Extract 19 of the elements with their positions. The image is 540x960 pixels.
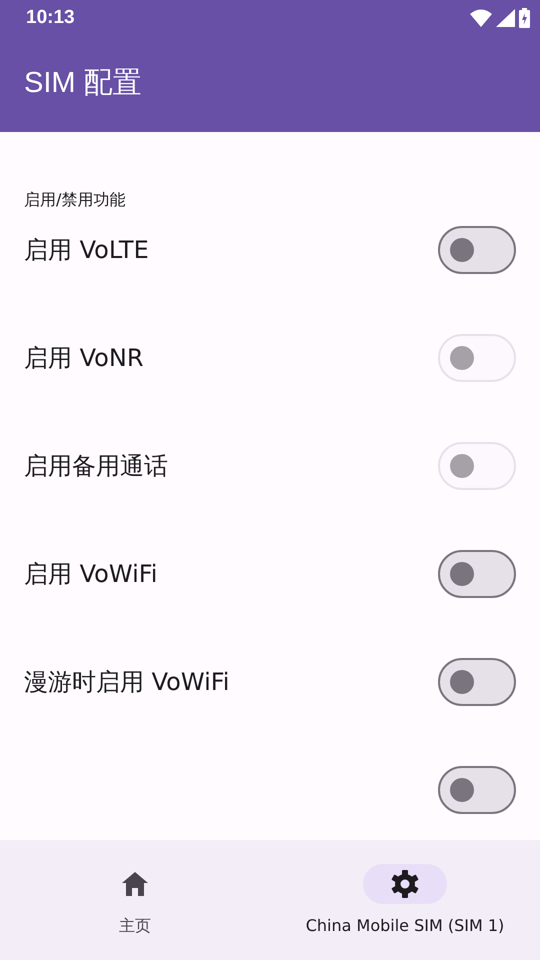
nav-tab[interactable]: 主页 [0, 840, 270, 960]
setting-label: 启用 VoWiFi [24, 559, 158, 590]
setting-label: 启用 VoNR [24, 343, 144, 374]
section-title: 启用/禁用功能 [24, 190, 126, 209]
setting-label: 漫游时启用 VoWiFi [24, 667, 230, 698]
app-title: SIM 配置 [24, 66, 142, 102]
status-time: 10:13 [26, 6, 75, 30]
battery-icon [519, 8, 530, 28]
toggle-switch[interactable] [438, 766, 516, 814]
settings-icon [390, 869, 420, 899]
toggle-switch[interactable] [438, 658, 516, 706]
setting-label: 启用 VoLTE [24, 235, 149, 266]
nav-tab[interactable]: China Mobile SIM (SIM 1) [270, 840, 540, 960]
setting-label: 启用备用通话 [24, 451, 168, 482]
toggle-switch[interactable] [438, 226, 516, 274]
wifi-icon [470, 9, 492, 27]
home-icon [121, 871, 149, 897]
signal-icon [496, 9, 515, 27]
toggle-switch[interactable] [438, 550, 516, 598]
